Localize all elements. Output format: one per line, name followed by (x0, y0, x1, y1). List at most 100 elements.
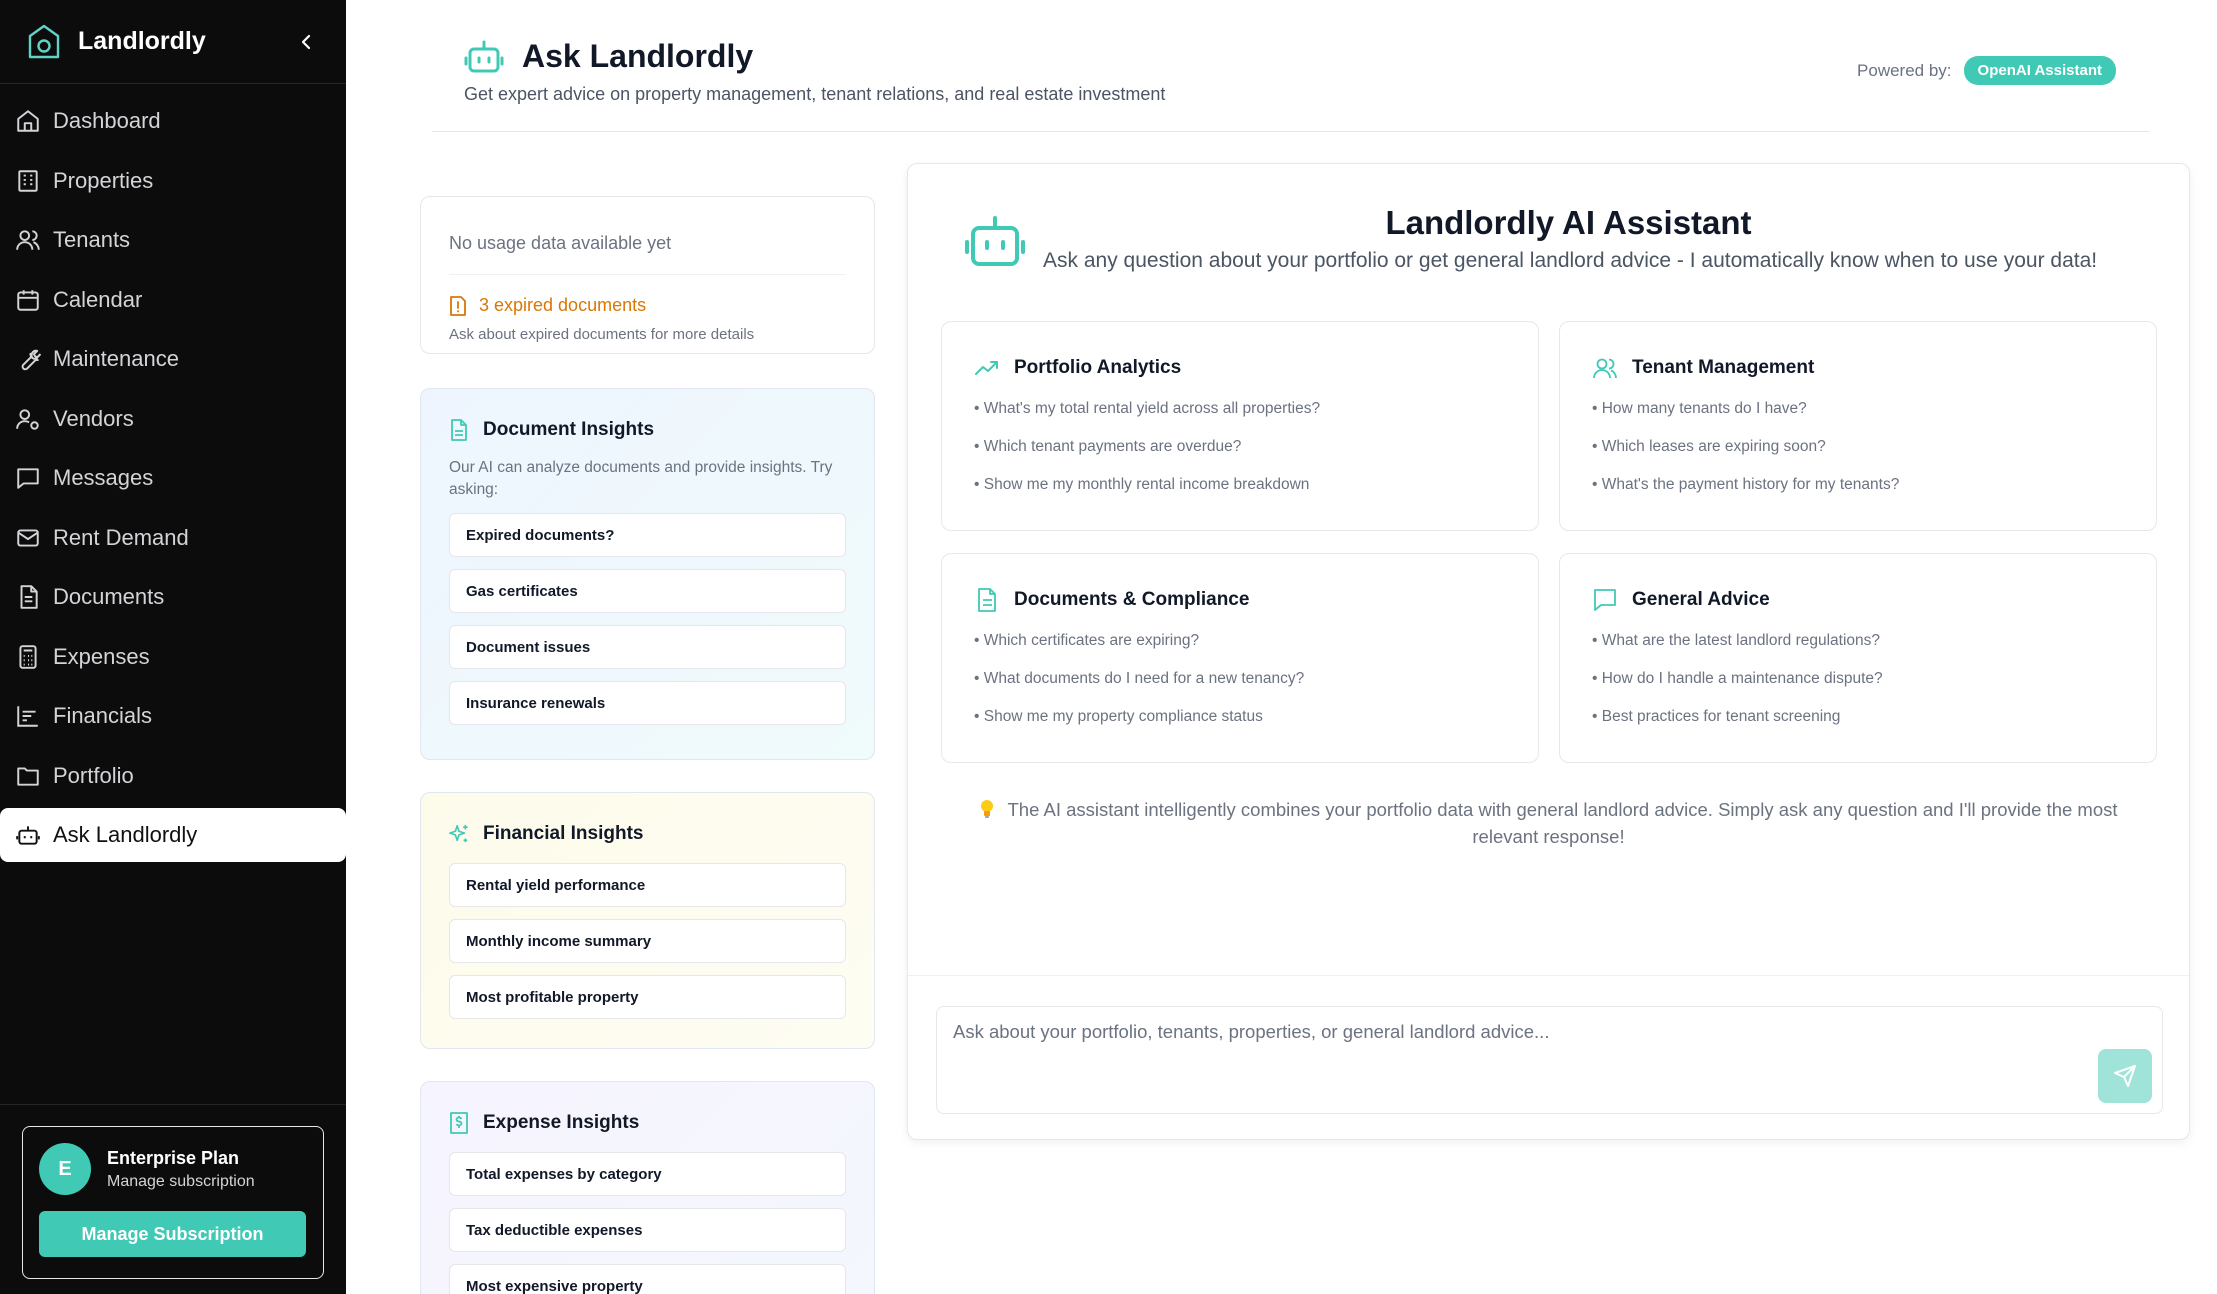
example-question[interactable]: • Show me my monthly rental income break… (974, 476, 1506, 494)
usage-empty-text: No usage data available yet (449, 233, 846, 275)
category-header: Documents & Compliance (974, 588, 1506, 612)
bot-icon (464, 40, 504, 72)
suggestion-most-profitable[interactable]: Most profitable property (449, 975, 846, 1019)
document-insights-description: Our AI can analyze documents and provide… (449, 459, 833, 498)
sidebar-item-documents[interactable]: Documents (0, 570, 346, 624)
plan-subtitle: Manage subscription (107, 1172, 255, 1190)
category-header: Portfolio Analytics (974, 356, 1506, 380)
page-title: Ask Landlordly (522, 38, 754, 74)
message-square-icon (17, 468, 39, 489)
sidebar-divider (0, 1104, 346, 1105)
example-question[interactable]: • What's the payment history for my tena… (1592, 476, 2124, 494)
title-row: Ask Landlordly (464, 38, 753, 75)
example-question[interactable]: • How do I handle a maintenance dispute? (1592, 670, 2124, 688)
sidebar-item-label: Dashboard (53, 108, 161, 133)
sidebar-item-tenants[interactable]: Tenants (0, 213, 346, 267)
chat-subtitle: Ask any question about your portfolio or… (1043, 249, 2098, 272)
example-question[interactable]: • Which tenant payments are overdue? (974, 438, 1506, 456)
sidebar-item-expenses[interactable]: Expenses (0, 630, 346, 684)
assistant-tip-text: The AI assistant intelligently combines … (1007, 799, 2118, 847)
expired-documents-hint: Ask about expired documents for more det… (449, 326, 755, 343)
brand-name: Landlordly (78, 27, 206, 55)
financial-insights-title: Financial Insights (483, 823, 644, 844)
sidebar-item-properties[interactable]: Properties (0, 154, 346, 208)
mail-icon (17, 528, 39, 547)
chat-input[interactable] (937, 1007, 2057, 1097)
expense-insights-card: Expense Insights Total expenses by categ… (420, 1081, 875, 1294)
document-insights-card: Document Insights Our AI can analyze doc… (420, 388, 875, 760)
example-question[interactable]: • What are the latest landlord regulatio… (1592, 632, 2124, 650)
assistant-tip: The AI assistant intelligently combines … (964, 796, 2133, 850)
suggestion-monthly-income[interactable]: Monthly income summary (449, 919, 846, 963)
users-icon (1593, 358, 1617, 379)
category-header: General Advice (1592, 588, 2124, 612)
page-subtitle: Get expert advice on property management… (464, 84, 1166, 104)
sidebar-item-dashboard[interactable]: Dashboard (0, 94, 346, 148)
suggestion-most-expensive[interactable]: Most expensive property (449, 1264, 846, 1294)
example-question[interactable]: • Which leases are expiring soon? (1592, 438, 2124, 456)
suggestion-tax-deductible[interactable]: Tax deductible expenses (449, 1208, 846, 1252)
category-header: Tenant Management (1592, 356, 2124, 380)
plan-summary: E Enterprise Plan Manage subscription (39, 1143, 307, 1195)
example-question[interactable]: • What documents do I need for a new ten… (974, 670, 1506, 688)
page-header: Ask Landlordly Get expert advice on prop… (432, 0, 2150, 132)
file-text-icon (451, 419, 467, 441)
category-title: Tenant Management (1632, 357, 1815, 378)
subscription-card: E Enterprise Plan Manage subscription Ma… (22, 1126, 324, 1279)
example-question[interactable]: • Which certificates are expiring? (974, 632, 1506, 650)
manage-subscription-button[interactable]: Manage Subscription (39, 1211, 306, 1257)
category-tenant-management: Tenant Management • How many tenants do … (1559, 321, 2157, 531)
category-title: Portfolio Analytics (1014, 357, 1182, 378)
sidebar-item-label: Messages (53, 465, 154, 490)
suggestion-total-expenses[interactable]: Total expenses by category (449, 1152, 846, 1196)
powered-by: Powered by: OpenAI Assistant (1857, 56, 2116, 85)
sidebar-item-portfolio[interactable]: Portfolio (0, 749, 346, 803)
sidebar-item-label: Financials (53, 703, 153, 728)
sidebar-item-label: Calendar (53, 286, 143, 312)
file-text-icon (20, 585, 38, 609)
send-button[interactable] (2098, 1049, 2152, 1103)
receipt-icon (450, 1112, 468, 1134)
brand-header: Landlordly (0, 0, 346, 84)
house-logo-icon (28, 24, 60, 58)
sidebar-item-label: Portfolio (53, 762, 134, 788)
chat-input-container (936, 1006, 2163, 1114)
send-icon (2114, 1065, 2136, 1087)
sidebar-item-calendar[interactable]: Calendar (0, 273, 346, 327)
chevron-left-icon[interactable] (296, 31, 318, 53)
document-insights-title: Document Insights (483, 419, 655, 440)
suggestion-gas-certificates[interactable]: Gas certificates (449, 569, 846, 613)
expired-documents-text: 3 expired documents (479, 295, 647, 315)
suggestion-expired-documents[interactable]: Expired documents? (449, 513, 846, 557)
category-documents-compliance: Documents & Compliance • Which certifica… (941, 553, 1539, 763)
sidebar-item-vendors[interactable]: Vendors (0, 392, 346, 446)
chat-divider (908, 975, 2189, 976)
sidebar: Landlordly Dashboard Properties Tenants … (0, 0, 346, 1294)
sidebar-item-ask-landlordly[interactable]: Ask Landlordly (0, 808, 346, 862)
bar-chart-icon (17, 706, 38, 727)
sidebar-item-rent-demand[interactable]: Rent Demand (0, 511, 346, 565)
sidebar-item-messages[interactable]: Messages (0, 451, 346, 505)
expired-documents-alert[interactable]: 3 expired documents (449, 295, 846, 316)
example-question[interactable]: • What's my total rental yield across al… (974, 400, 1506, 418)
suggestion-insurance-renewals[interactable]: Insurance renewals (449, 681, 846, 725)
document-insights-header: Document Insights (449, 419, 846, 441)
example-question[interactable]: • Best practices for tenant screening (1592, 708, 2124, 726)
file-text-icon (978, 588, 996, 612)
category-portfolio-analytics: Portfolio Analytics • What's my total re… (941, 321, 1539, 531)
users-icon (16, 230, 40, 250)
suggestion-rental-yield[interactable]: Rental yield performance (449, 863, 846, 907)
plan-info: Enterprise Plan Manage subscription (107, 1148, 255, 1191)
sidebar-item-maintenance[interactable]: Maintenance (0, 332, 346, 386)
example-question[interactable]: • Show me my property compliance status (974, 708, 1506, 726)
sidebar-item-label: Documents (53, 584, 165, 609)
financial-insights-card: Financial Insights Rental yield performa… (420, 792, 875, 1049)
sidebar-item-financials[interactable]: Financials (0, 689, 346, 743)
suggestion-document-issues[interactable]: Document issues (449, 625, 846, 669)
home-icon (17, 110, 39, 132)
calculator-icon (19, 644, 37, 669)
user-cog-icon (16, 408, 39, 430)
lightbulb-icon (981, 800, 994, 818)
bot-icon (16, 826, 40, 845)
example-question[interactable]: • How many tenants do I have? (1592, 400, 2124, 418)
